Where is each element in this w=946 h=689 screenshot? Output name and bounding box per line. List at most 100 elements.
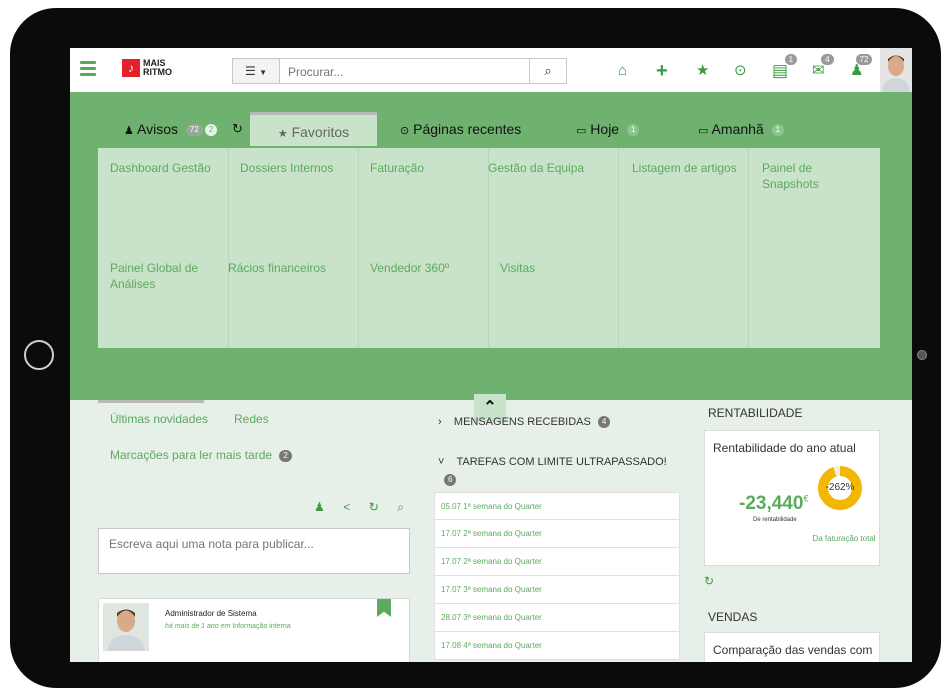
share-icon[interactable]: < <box>343 500 350 514</box>
app-logo[interactable]: ♪ MAIS RITMO <box>122 59 172 77</box>
calendar-icon: ▭ <box>698 125 709 137</box>
plus-icon[interactable]: + <box>656 58 668 84</box>
rentabilidade-note[interactable]: Da faturação total <box>809 531 879 547</box>
rentabilidade-card-title: Rentabilidade do ano atual <box>713 441 856 455</box>
task-row[interactable]: 17.08 4ª semana do Quarter <box>434 632 680 660</box>
vendas-card: Comparação das vendas com <box>704 632 880 662</box>
task-row[interactable]: 28.07 3ª semana do Quarter <box>434 604 680 632</box>
marcacoes-badge: 2 <box>279 449 292 462</box>
avisos-badge-1: 72 <box>185 124 203 137</box>
task-row[interactable]: 17.07 2ª semana do Quarter <box>434 548 680 576</box>
star-icon: ★ <box>277 128 288 140</box>
divider <box>228 148 229 348</box>
divider <box>618 148 619 348</box>
app-screen: ♪ MAIS RITMO ☰ ▼ ⌕ ⌂ + ★ ⊙ ▤1 ✉4 ♟72 <box>70 48 912 662</box>
search-box: ☰ ▼ ⌕ <box>232 58 567 84</box>
post-author: Administrador de Sistema <box>165 609 257 618</box>
favorite-item[interactable]: Dossiers Internos <box>240 160 352 176</box>
favorites-area: ♟ Avisos 72 2 ↻ ★ Favoritos ⊙ Páginas rec… <box>70 92 912 422</box>
favorite-item[interactable]: Painel de Snapshots <box>762 160 842 192</box>
rentabilidade-percent: -262% <box>825 482 855 493</box>
user-avatar[interactable] <box>880 48 912 92</box>
tarefas-badge: 6 <box>444 474 457 486</box>
hoje-badge: 1 <box>626 124 640 137</box>
post-category-link[interactable]: Informação interna <box>232 623 290 630</box>
rentabilidade-card: Rentabilidade do ano atual -23,440€ De r… <box>704 430 880 566</box>
bell-badge: 72 <box>855 54 873 65</box>
search-input[interactable] <box>286 62 520 82</box>
divider <box>358 148 359 348</box>
dashboard: Últimas novidades Redes Marcações para l… <box>70 400 912 662</box>
vendas-card-title: Comparação das vendas com <box>713 643 873 657</box>
bell-icon[interactable]: ♟ 72 <box>850 54 873 84</box>
search-icon: ⌕ <box>544 63 552 78</box>
favorite-item[interactable]: Dashboard Gestão <box>110 160 222 176</box>
tab-hoje[interactable]: ▭ Hoje 1 <box>576 112 640 146</box>
mensagens-header[interactable]: › MENSAGENS RECEBIDAS 4 <box>438 416 611 429</box>
favorite-item[interactable]: Visitas <box>500 260 612 276</box>
search-icon[interactable]: ⌕ <box>397 500 404 515</box>
tablet-camera <box>917 350 927 360</box>
tab-ultimas-novidades[interactable]: Últimas novidades <box>110 412 208 426</box>
post-meta: há mais de 1 ano em Informação interna <box>165 623 291 630</box>
favorite-item[interactable]: Rácios financeiros <box>228 260 358 276</box>
task-row[interactable]: 17.07 3ª semana do Quarter <box>434 576 680 604</box>
list-icon: ☰ <box>244 64 256 78</box>
post-tools: ♟ < ↻ ⌕ <box>300 498 404 514</box>
rentabilidade-value: -23,440€ <box>739 493 809 514</box>
calendar-icon: ▭ <box>576 125 587 137</box>
divider <box>748 148 749 348</box>
favorite-item[interactable]: Vendedor 360º <box>370 260 482 276</box>
rentabilidade-sub: De rentabilidade <box>753 517 797 523</box>
tab-avisos[interactable]: ♟ Avisos 72 2 <box>124 112 218 146</box>
mensagens-badge: 4 <box>597 416 611 429</box>
avisos-badge-2: 2 <box>204 124 218 137</box>
tarefas-header[interactable]: ˅ TAREFAS COM LIMITE ULTRAPASSADO! <box>438 456 667 468</box>
refresh-icon[interactable]: ↻ <box>369 500 379 514</box>
user-icon[interactable]: ♟ <box>314 500 325 514</box>
rentabilidade-title: RENTABILIDADE <box>708 406 803 420</box>
tab-redes[interactable]: Redes <box>234 412 269 426</box>
hamburger-menu-icon[interactable] <box>80 61 96 76</box>
tab-favoritos[interactable]: ★ Favoritos <box>250 112 377 146</box>
search-button[interactable]: ⌕ <box>529 59 566 83</box>
vendas-title: VENDAS <box>708 610 758 624</box>
user-avatar-icon <box>880 48 912 92</box>
amanha-badge: 1 <box>771 124 785 137</box>
favorite-item[interactable]: Faturação <box>370 160 482 176</box>
active-tab-indicator <box>98 400 204 403</box>
top-bar: ♪ MAIS RITMO ☰ ▼ ⌕ ⌂ + ★ ⊙ ▤1 ✉4 ♟72 <box>70 48 912 93</box>
chevron-down-icon: ˅ <box>438 456 445 468</box>
bookmark-icon[interactable] <box>377 599 391 617</box>
clipboard-badge: 1 <box>784 54 798 65</box>
star-icon[interactable]: ★ <box>696 58 709 84</box>
favorite-item[interactable]: Gestão da Equipa <box>488 160 616 176</box>
logo-mark-icon: ♪ <box>122 59 140 77</box>
envelope-badge: 4 <box>821 54 834 65</box>
user-avatar-icon <box>103 603 149 651</box>
note-input[interactable] <box>98 528 410 574</box>
avatar <box>103 603 149 651</box>
task-row[interactable]: 05.07 1ª semana do Quarter <box>434 492 680 520</box>
tab-amanha[interactable]: ▭ Amanhã 1 <box>698 112 785 146</box>
tablet-home-button <box>24 340 54 370</box>
marcacoes-link[interactable]: Marcações para ler mais tarde 2 <box>110 448 292 462</box>
clock-icon: ⊙ <box>400 125 410 137</box>
clock-icon[interactable]: ⊙ <box>734 58 747 84</box>
bell-icon: ♟ <box>124 125 134 137</box>
favorite-item[interactable]: Listagem de artigos <box>632 160 748 176</box>
task-list: 05.07 1ª semana do Quarter 17.07 2ª sema… <box>434 492 680 660</box>
favorite-item[interactable]: Painel Global de Análises <box>110 260 220 292</box>
chevron-right-icon: › <box>438 416 442 428</box>
clipboard-icon[interactable]: ▤ 1 <box>772 54 798 84</box>
refresh-icon[interactable]: ↻ <box>232 112 243 146</box>
favorites-panel: Dashboard Gestão Dossiers Internos Fatur… <box>98 148 880 348</box>
divider <box>488 148 489 348</box>
tab-paginas-recentes[interactable]: ⊙ Páginas recentes <box>400 112 521 146</box>
caret-down-icon: ▼ <box>259 68 268 77</box>
refresh-icon[interactable]: ↻ <box>704 574 714 588</box>
home-icon[interactable]: ⌂ <box>618 58 627 84</box>
task-row[interactable]: 17.07 2ª semana do Quarter <box>434 520 680 548</box>
search-filter-dropdown[interactable]: ☰ ▼ <box>233 59 280 83</box>
envelope-icon[interactable]: ✉ 4 <box>812 54 834 84</box>
